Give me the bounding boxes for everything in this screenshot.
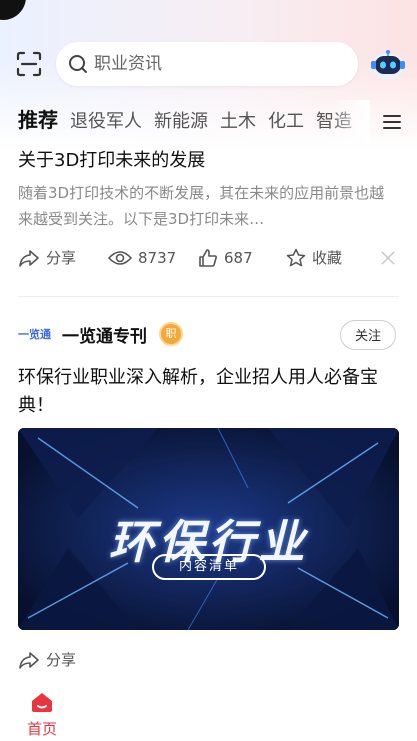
- eye-icon: [108, 251, 132, 265]
- share-button-2[interactable]: 分享: [18, 648, 76, 672]
- category-tabs: 推荐退役军人新能源土木化工智造: [0, 100, 417, 144]
- tab-veterans[interactable]: 退役军人: [70, 102, 142, 142]
- share-button[interactable]: 分享: [18, 246, 76, 270]
- article-actions-2: 分享: [18, 648, 408, 672]
- verified-badge-icon: 职: [161, 324, 181, 344]
- article-summary: 随着3D打印技术的不断发展，其在未来的应用前景也越来越受到关注。以下是3D打印未…: [18, 184, 385, 228]
- search-box[interactable]: [56, 42, 358, 86]
- scan-icon[interactable]: [15, 50, 43, 78]
- article-actions: 分享 8737 687 收藏: [18, 246, 408, 270]
- share-icon: [19, 652, 39, 669]
- article-banner-image[interactable]: 环保行业 内容清单: [18, 428, 399, 630]
- bottom-nav: 首页: [0, 680, 417, 741]
- menu-icon[interactable]: [380, 110, 404, 134]
- favorite-button[interactable]: 收藏: [286, 246, 342, 270]
- article-title[interactable]: 关于3D打印未来的发展: [18, 146, 205, 172]
- search-icon: [68, 54, 88, 74]
- thumbs-up-icon: [199, 249, 217, 267]
- tab-chemical[interactable]: 化工: [268, 102, 304, 142]
- star-icon: [286, 248, 306, 267]
- banner-subtitle: 内容清单: [152, 554, 266, 580]
- close-icon[interactable]: [378, 248, 398, 268]
- channel-logo[interactable]: 一览通: [18, 326, 51, 342]
- tab-recommend[interactable]: 推荐: [18, 100, 58, 140]
- share-label: 分享: [46, 651, 77, 669]
- robot-assistant-icon[interactable]: [368, 46, 408, 82]
- divider: [18, 296, 399, 297]
- article-title-2[interactable]: 环保行业职业深入解析，企业招人用人必备宝典！: [18, 364, 403, 420]
- channel-name[interactable]: 一览通专刊: [62, 322, 147, 347]
- follow-button[interactable]: 关注: [340, 320, 396, 350]
- top-header: [0, 40, 417, 88]
- tab-civil[interactable]: 土木: [220, 102, 256, 142]
- views-counter: 8737: [108, 246, 176, 270]
- like-count: 687: [224, 249, 253, 267]
- tabs-fade: [330, 100, 370, 144]
- search-input[interactable]: [94, 42, 344, 86]
- like-button[interactable]: 687: [198, 246, 253, 270]
- share-icon: [19, 250, 39, 267]
- views-count: 8737: [138, 249, 177, 267]
- nav-home[interactable]: 首页: [22, 686, 62, 738]
- tab-new-energy[interactable]: 新能源: [154, 102, 208, 142]
- nav-home-label: 首页: [26, 720, 57, 738]
- share-label: 分享: [46, 249, 77, 267]
- home-icon: [32, 693, 52, 712]
- channel-row: 一览通 一览通专刊 职 关注: [0, 318, 417, 354]
- tabs-scroll[interactable]: 推荐退役军人新能源土木化工智造: [18, 100, 370, 144]
- favorite-label: 收藏: [312, 249, 343, 267]
